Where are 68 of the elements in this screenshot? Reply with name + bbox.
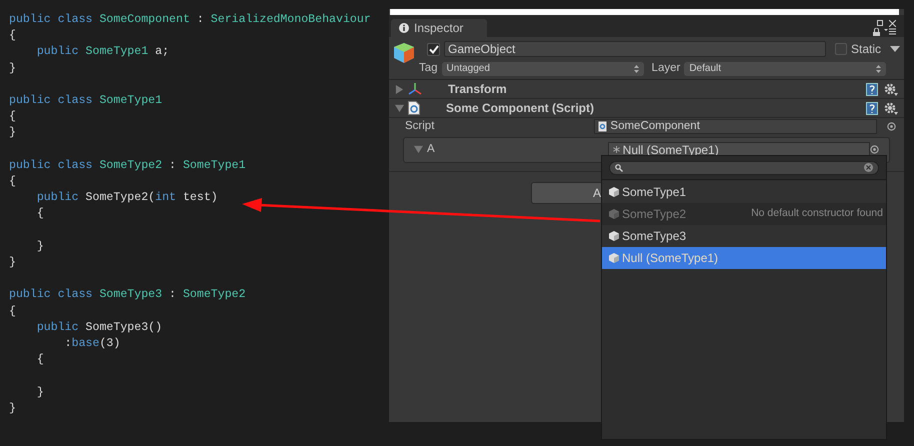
expanded-arrow-icon[interactable]: [395, 104, 404, 112]
code-line: {: [9, 28, 16, 44]
info-icon: [399, 23, 409, 33]
static-label: Static: [851, 41, 882, 58]
gear-icon[interactable]: [884, 82, 898, 96]
dropdown-arrow-icon[interactable]: [890, 46, 900, 52]
script-file-icon: [598, 121, 608, 132]
code-line: public class SomeType3 : SomeType2: [9, 287, 246, 304]
component-header[interactable]: Some Component (Script): [389, 99, 904, 118]
component-header[interactable]: Transform: [389, 80, 904, 99]
code-line: public class SomeComponent : SerializedMonoBehaviour: [9, 12, 371, 28]
script-field[interactable]: SomeComponent: [594, 119, 878, 134]
tag-label: Tag: [419, 60, 438, 76]
script-label: Script: [405, 118, 434, 134]
type-option[interactable]: SomeType3: [602, 225, 886, 247]
updown-arrows-icon: [634, 64, 639, 72]
code-line: }: [9, 125, 16, 142]
code-line: }: [36, 384, 44, 401]
search-icon: [615, 164, 623, 172]
cube-icon: [609, 231, 619, 241]
type-option[interactable]: SomeType1: [602, 181, 886, 203]
code-line: public class SomeType2 : SomeType1: [9, 158, 246, 174]
collapsed-arrow-icon[interactable]: [395, 84, 404, 94]
code-line: :base(3): [64, 336, 120, 352]
code-line: {: [36, 206, 44, 222]
code-line: public SomeType1 a;: [36, 44, 170, 60]
active-checkbox[interactable]: [427, 42, 440, 56]
cube-icon: [609, 187, 619, 197]
code-line: public class SomeType1: [9, 93, 162, 109]
add-component-button[interactable]: A: [531, 182, 603, 204]
search-field[interactable]: [609, 160, 879, 174]
component-title: Some Component (Script): [446, 100, 594, 117]
code-line: }: [36, 238, 44, 255]
lock-icon[interactable]: [873, 28, 880, 36]
code-line: {: [9, 109, 16, 126]
static-checkbox[interactable]: [835, 43, 847, 55]
clear-icon[interactable]: [864, 163, 873, 172]
layer-dropdown[interactable]: Default: [684, 62, 886, 76]
menu-icon[interactable]: [884, 28, 896, 35]
code-line: }: [9, 255, 16, 271]
code-line: {: [9, 304, 16, 320]
gameobject-cube-icon: [393, 42, 415, 66]
axes-icon: [408, 82, 422, 96]
help-book-icon[interactable]: [866, 82, 878, 96]
code-line: }: [9, 400, 16, 417]
field-label: A: [427, 142, 435, 157]
inspector-tab[interactable]: Inspector: [391, 19, 487, 37]
object-picker-icon[interactable]: [870, 145, 879, 154]
tag-dropdown[interactable]: Untagged: [442, 62, 644, 76]
code-line: public SomeType2(int test): [36, 190, 218, 206]
cube-icon: [609, 253, 619, 263]
object-picker-icon[interactable]: [887, 122, 896, 131]
name-field[interactable]: GameObject: [444, 41, 826, 57]
script-file-icon: [408, 101, 420, 115]
option-note: No default constructor found: [751, 206, 883, 222]
code-line: {: [9, 174, 16, 190]
layer-label: Layer: [652, 60, 680, 76]
gear-icon[interactable]: [884, 102, 898, 114]
asterisk-icon: [612, 146, 620, 153]
code-line: {: [36, 352, 44, 368]
code-line: }: [9, 60, 16, 77]
cube-icon: [609, 209, 619, 219]
updown-arrows-icon: [876, 64, 882, 72]
code-line: public SomeType3(): [36, 320, 162, 336]
maximize-icon[interactable]: [877, 20, 883, 26]
close-icon[interactable]: [889, 20, 896, 27]
component-title: Transform: [448, 81, 507, 98]
help-book-icon[interactable]: [866, 102, 878, 114]
